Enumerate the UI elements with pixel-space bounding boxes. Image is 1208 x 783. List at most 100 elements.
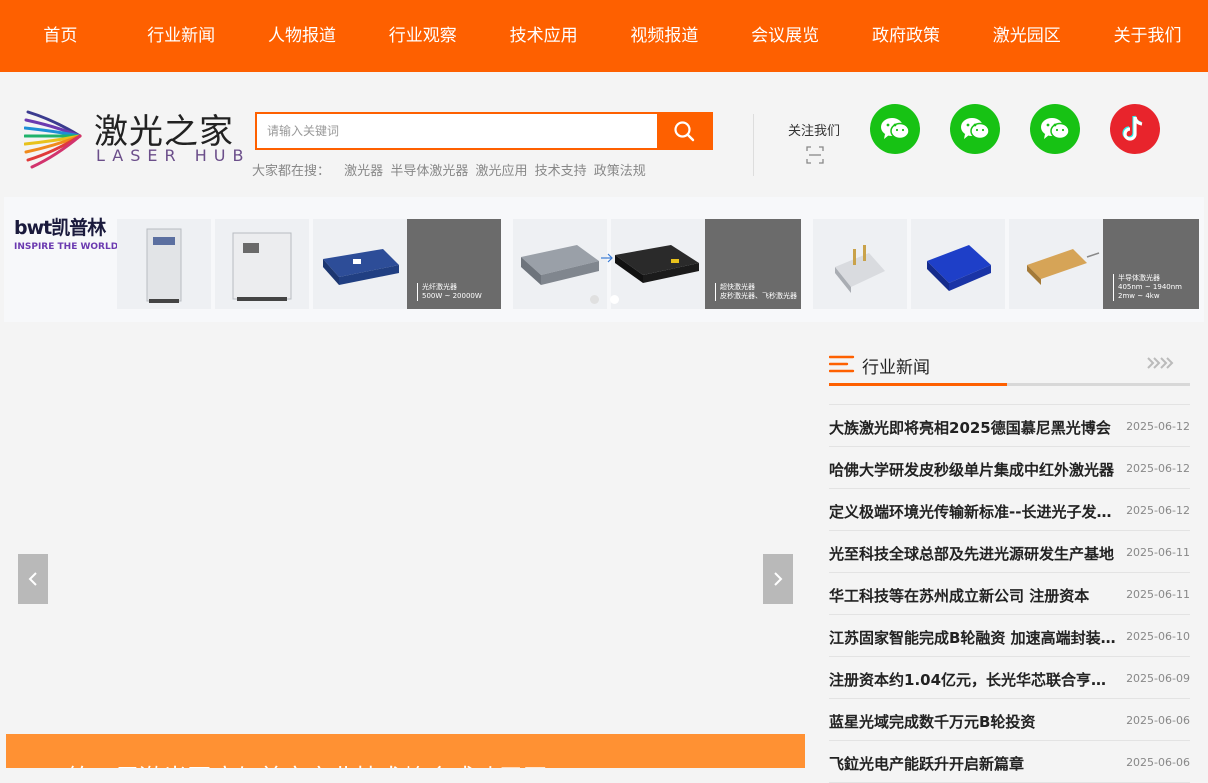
hot-term[interactable]: 激光器 <box>344 164 383 179</box>
nav-item-people[interactable]: 人物报道 <box>242 0 363 72</box>
caption-line: 超快激光器 <box>720 283 755 291</box>
nav-item-observation[interactable]: 行业观察 <box>362 0 483 72</box>
news-item-title: 注册资本约1.04亿元，长光华芯联合亨通光电 <box>829 671 1121 689</box>
chevron-right-icon <box>774 572 783 586</box>
nav-item-video[interactable]: 视频报道 <box>604 0 725 72</box>
arrow-right-icon <box>601 253 613 263</box>
chevron-left-icon <box>28 572 37 586</box>
news-item[interactable]: 江苏固家智能完成B轮融资 加速高端封装布局 2025-06-10 <box>829 615 1190 657</box>
nav-item-policy[interactable]: 政府政策 <box>846 0 967 72</box>
slider-prev-button[interactable] <box>18 554 48 604</box>
product-caption-panel: 超快激光器 皮秒激光器、飞秒激光器 <box>705 219 801 309</box>
caption-line: 半导体激光器 <box>1118 274 1160 282</box>
news-item-date: 2025-06-09 <box>1126 672 1190 685</box>
news-item[interactable]: 定义极端环境光传输新标准--长进光子发布新品 2025-06-12 <box>829 489 1190 531</box>
news-item-date: 2025-06-06 <box>1126 756 1190 769</box>
nav-item-tech[interactable]: 技术应用 <box>483 0 604 72</box>
douyin-icon <box>1122 115 1143 141</box>
news-item[interactable]: 华工科技等在苏州成立新公司 注册资本 2025-06-11 <box>829 573 1190 615</box>
news-item-date: 2025-06-10 <box>1126 630 1190 643</box>
wechat-button[interactable] <box>1030 104 1080 154</box>
search-box <box>255 112 713 150</box>
news-item-title: 大族激光即将亮相2025德国慕尼黑光博会 <box>829 419 1111 437</box>
news-list: 大族激光即将亮相2025德国慕尼黑光博会 2025-06-12 哈佛大学研发皮秒… <box>829 404 1190 783</box>
caption-line: 2mw ~ 4kw <box>1118 292 1160 300</box>
douyin-button[interactable] <box>1110 104 1160 154</box>
logo-en-text: LASER HUB <box>96 146 251 165</box>
ad-banner[interactable]: bwt凯普林 INSPIRE THE WORLD 光纤激光器 500W ~ 200… <box>4 197 1204 322</box>
slider-caption-bar[interactable]: 2025第三届激光医疗与美容产业技术峰会成功召开 <box>6 734 805 768</box>
hot-term[interactable]: 半导体激光器 <box>390 164 468 179</box>
news-item-title: 光至科技全球总部及先进光源研发生产基地 <box>829 545 1115 563</box>
wechat-icon <box>881 118 910 140</box>
news-item-title: 华工科技等在苏州成立新公司 注册资本 <box>829 587 1090 605</box>
caption-line: 405nm ~ 1940nm <box>1118 283 1183 291</box>
hot-searches-label: 大家都在搜： <box>252 164 331 179</box>
nav-item-park[interactable]: 激光园区 <box>966 0 1087 72</box>
news-item-date: 2025-06-12 <box>1126 504 1190 517</box>
search-button[interactable] <box>657 114 711 148</box>
scan-icon[interactable] <box>806 146 824 164</box>
follow-us-label: 关注我们 <box>788 124 841 139</box>
product-image <box>1009 219 1103 309</box>
wechat-button[interactable] <box>870 104 920 154</box>
news-item[interactable]: 注册资本约1.04亿元，长光华芯联合亨通光电 2025-06-09 <box>829 657 1190 699</box>
bwt-brand: bwt凯普林 INSPIRE THE WORLD <box>14 213 118 252</box>
wechat-icon <box>961 118 990 140</box>
wechat-icon <box>1041 118 1070 140</box>
logo-rays-icon <box>24 110 82 169</box>
caption-line: 500W ~ 20000W <box>422 292 482 300</box>
news-item-title: 江苏固家智能完成B轮融资 加速高端封装布局 <box>829 629 1121 647</box>
news-header: 行业新闻 <box>829 346 1190 386</box>
news-item-title: 哈佛大学研发皮秒级单片集成中红外激光器 <box>829 461 1115 479</box>
product-image <box>117 219 211 309</box>
nav-item-about[interactable]: 关于我们 <box>1087 0 1208 72</box>
caption-line: 光纤激光器 <box>422 283 457 291</box>
nav-item-home[interactable]: 首页 <box>0 0 121 72</box>
wechat-button[interactable] <box>950 104 1000 154</box>
caption-line: 皮秒激光器、飞秒激光器 <box>720 292 797 300</box>
news-item-date: 2025-06-12 <box>1126 420 1190 433</box>
top-nav: 首页 行业新闻 人物报道 行业观察 技术应用 视频报道 会议展览 政府政策 激光… <box>0 0 1208 72</box>
list-icon <box>829 355 855 373</box>
hot-term[interactable]: 激光应用 <box>475 164 527 179</box>
news-item-date: 2025-06-06 <box>1126 714 1190 727</box>
news-title: 行业新闻 <box>862 358 930 378</box>
site-logo[interactable]: 激光之家 LASER HUB <box>24 100 243 172</box>
nav-item-industry-news[interactable]: 行业新闻 <box>121 0 242 72</box>
product-image <box>313 219 407 309</box>
news-item-title: 定义极端环境光传输新标准--长进光子发布新品 <box>829 503 1121 521</box>
news-item[interactable]: 蓝星光域完成数千万元B轮投资 2025-06-06 <box>829 699 1190 741</box>
product-image <box>911 219 1005 309</box>
hot-searches: 大家都在搜： 激光器 半导体激光器 激光应用 技术支持 政策法规 <box>252 160 649 179</box>
search-icon <box>674 121 695 142</box>
hot-term[interactable]: 技术支持 <box>535 164 587 179</box>
header-divider <box>753 114 754 176</box>
search-input[interactable] <box>257 114 657 148</box>
slider-caption: 2025第三届激光医疗与美容产业技术峰会成功召开 <box>6 758 547 768</box>
product-caption-panel: 光纤激光器 500W ~ 20000W <box>407 219 501 309</box>
banner-dot-active[interactable] <box>610 295 619 304</box>
nav-item-expo[interactable]: 会议展览 <box>725 0 846 72</box>
industry-news-panel: 行业新闻 大族激光即将亮相2025德国慕尼黑光博会 2025-06-12 哈佛大… <box>829 346 1190 783</box>
header: 激光之家 LASER HUB 大家都在搜： 激光器 半导体激光器 激光应用 技术… <box>0 72 1208 196</box>
news-item-title: 蓝星光域完成数千万元B轮投资 <box>829 713 1036 731</box>
news-item-date: 2025-06-12 <box>1126 462 1190 475</box>
news-item[interactable]: 光至科技全球总部及先进光源研发生产基地 2025-06-11 <box>829 531 1190 573</box>
news-header-underline <box>829 383 1007 386</box>
product-caption-panel: 半导体激光器 405nm ~ 1940nm 2mw ~ 4kw <box>1103 219 1199 309</box>
news-item[interactable]: 哈佛大学研发皮秒级单片集成中红外激光器 2025-06-12 <box>829 447 1190 489</box>
headline-slider: 2025第三届激光医疗与美容产业技术峰会成功召开 <box>6 334 805 768</box>
news-item[interactable]: 飞鉝光电产能跃升开启新篇章 2025-06-06 <box>829 741 1190 783</box>
double-chevron-right-icon[interactable] <box>1146 356 1174 370</box>
product-image <box>813 219 907 309</box>
banner-dot[interactable] <box>590 295 599 304</box>
news-item-date: 2025-06-11 <box>1126 546 1190 559</box>
news-item-date: 2025-06-11 <box>1126 588 1190 601</box>
product-image <box>611 219 705 309</box>
slider-next-button[interactable] <box>763 554 793 604</box>
bwt-slogan: INSPIRE THE WORLD <box>14 242 119 252</box>
news-item-title: 飞鉝光电产能跃升开启新篇章 <box>829 755 1025 773</box>
hot-term[interactable]: 政策法规 <box>594 164 646 179</box>
news-item[interactable]: 大族激光即将亮相2025德国慕尼黑光博会 2025-06-12 <box>829 405 1190 447</box>
